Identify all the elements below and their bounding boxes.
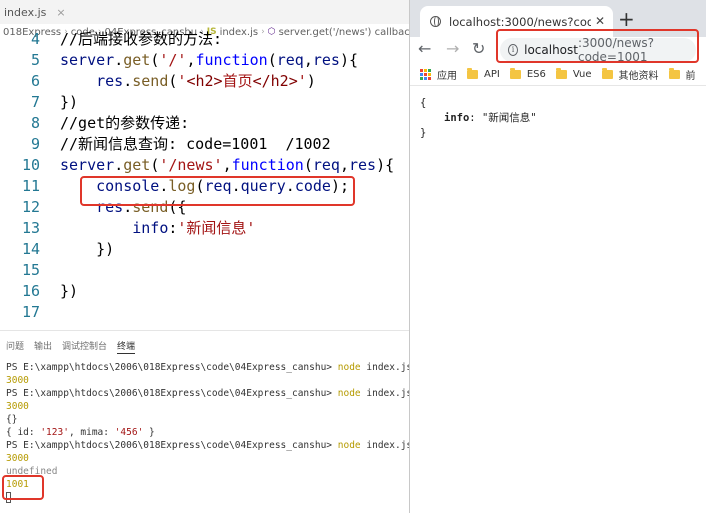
line-number: 14 bbox=[21, 240, 40, 258]
code-text: info:'新闻信息' bbox=[132, 219, 256, 237]
line-number: 12 bbox=[21, 198, 40, 216]
bookmark-label: ES6 bbox=[526, 68, 546, 80]
bookmark-folder[interactable]: 前 bbox=[668, 67, 696, 82]
vscode-window: index.js × 018Express › code › 04Express… bbox=[0, 0, 409, 513]
tab-debug-console[interactable]: 调试控制台 bbox=[62, 339, 107, 354]
bookmark-label: 其他资料 bbox=[618, 70, 659, 82]
terminal-line: PS E:\xampp\htdocs\2006\018Express\code\… bbox=[6, 440, 409, 451]
line-number: 6 bbox=[30, 72, 40, 90]
code-text: server.get('/news',function(req,res){ bbox=[60, 156, 395, 174]
code-text: }) bbox=[60, 93, 79, 111]
back-button[interactable]: ← bbox=[418, 40, 431, 58]
json-response: { info: "新闻信息" } bbox=[420, 96, 537, 141]
line-number: 10 bbox=[21, 156, 40, 174]
line-number: 7 bbox=[30, 93, 40, 111]
line-number: 4 bbox=[30, 30, 40, 48]
editor-tab[interactable]: index.js × bbox=[0, 0, 80, 24]
terminal-line bbox=[6, 491, 406, 504]
line-number: 11 bbox=[21, 177, 40, 195]
bookmark-label: API bbox=[484, 68, 500, 80]
code-line: 5 server.get('/',function(req,res){ bbox=[0, 50, 409, 71]
code-text: server.get('/',function(req,res){ bbox=[60, 51, 359, 69]
line-number: 15 bbox=[21, 261, 40, 279]
line-number: 16 bbox=[21, 282, 40, 300]
highlight-box-terminal-output bbox=[2, 475, 44, 500]
bookmark-folder[interactable]: ES6 bbox=[509, 67, 546, 80]
highlight-box-address-bar bbox=[496, 29, 699, 63]
tab-problems[interactable]: 问题 bbox=[6, 339, 24, 354]
globe-icon bbox=[430, 16, 441, 27]
terminal-line: {} bbox=[6, 414, 18, 425]
code-line: 16}) bbox=[0, 281, 409, 302]
code-line: 17 bbox=[0, 302, 409, 323]
browser-window: localhost:3000/news?code=1001 ✕ + ← → ↻ … bbox=[410, 0, 706, 513]
folder-icon bbox=[555, 67, 567, 79]
bookmark-label: 应用 bbox=[437, 70, 457, 82]
code-text: }) bbox=[60, 282, 79, 300]
terminal-line: undefined bbox=[6, 466, 58, 477]
bookmarks-bar: 应用 API ES6 Vue 其他资料 前 bbox=[410, 63, 706, 86]
code-text: //get的参数传递: bbox=[60, 114, 190, 132]
json-open-brace: { bbox=[420, 97, 427, 109]
close-icon[interactable]: ✕ bbox=[595, 14, 605, 28]
bookmark-label: Vue bbox=[572, 68, 592, 80]
code-line: 13 info:'新闻信息' bbox=[0, 218, 409, 239]
code-line: 10 server.get('/news',function(req,res){ bbox=[0, 155, 409, 176]
line-number: 9 bbox=[30, 135, 40, 153]
folder-icon bbox=[668, 67, 680, 79]
bookmark-folder[interactable]: Vue bbox=[555, 67, 592, 80]
apps-grid-icon bbox=[420, 68, 431, 80]
code-line: 14 }) bbox=[0, 239, 409, 260]
code-text: //后端接收参数的方法: bbox=[60, 30, 223, 48]
new-tab-button[interactable]: + bbox=[618, 9, 635, 29]
code-text: res.send('<h2>首页</h2>') bbox=[96, 72, 316, 90]
folder-icon bbox=[601, 67, 613, 79]
code-line: 8 //get的参数传递: bbox=[0, 113, 409, 134]
bookmark-folder[interactable]: API bbox=[467, 67, 500, 80]
bookmark-label: 前 bbox=[685, 70, 696, 82]
code-line: 9 //新闻信息查询: code=1001 /1002 bbox=[0, 134, 409, 155]
code-line: 15 bbox=[0, 260, 409, 281]
code-line: 7}) bbox=[0, 92, 409, 113]
terminal-line: PS E:\xampp\htdocs\2006\018Express\code\… bbox=[6, 362, 409, 373]
code-line: 6 res.send('<h2>首页</h2>') bbox=[0, 71, 409, 92]
line-number: 13 bbox=[21, 219, 40, 237]
panel-tabs: 问题 输出 调试控制台 终端 bbox=[6, 339, 136, 354]
close-icon[interactable]: × bbox=[56, 6, 65, 19]
code-line: 4 //后端接收参数的方法: bbox=[0, 29, 409, 50]
tab-terminal[interactable]: 终端 bbox=[117, 339, 136, 354]
line-number: 5 bbox=[30, 51, 40, 69]
terminal-line: 3000 bbox=[6, 375, 29, 386]
line-number: 17 bbox=[21, 303, 40, 321]
browser-tab-title: localhost:3000/news?code=1001 bbox=[449, 14, 591, 29]
json-close-brace: } bbox=[420, 127, 427, 139]
highlight-box-console-log bbox=[80, 176, 355, 206]
terminal-line: PS E:\xampp\htdocs\2006\018Express\code\… bbox=[6, 388, 409, 399]
bookmark-apps[interactable]: 应用 bbox=[420, 67, 457, 82]
terminal-line: 3000 bbox=[6, 453, 29, 464]
line-number: 8 bbox=[30, 114, 40, 132]
folder-icon bbox=[467, 67, 478, 79]
reload-button[interactable]: ↻ bbox=[472, 40, 485, 58]
terminal-line: 1001 bbox=[6, 479, 29, 490]
code-text: }) bbox=[60, 240, 115, 258]
terminal-output[interactable]: PS E:\xampp\htdocs\2006\018Express\code\… bbox=[6, 361, 409, 504]
json-value: "新闻信息" bbox=[481, 112, 537, 124]
terminal-line: { id: '123', mima: '456' } bbox=[6, 427, 155, 438]
editor-tab-strip: index.js × bbox=[0, 0, 409, 24]
folder-icon bbox=[509, 67, 521, 79]
bookmark-folder[interactable]: 其他资料 bbox=[601, 67, 659, 82]
tab-output[interactable]: 输出 bbox=[34, 339, 52, 354]
terminal-panel: 问题 输出 调试控制台 终端 PS E:\xampp\htdocs\2006\0… bbox=[0, 330, 409, 513]
json-key: info bbox=[444, 112, 470, 124]
forward-button[interactable]: → bbox=[446, 40, 459, 58]
code-text: //新闻信息查询: code=1001 /1002 bbox=[60, 135, 331, 153]
editor-tab-label: index.js bbox=[4, 5, 47, 19]
json-entry: info: "新闻信息" bbox=[444, 112, 537, 124]
terminal-line: 3000 bbox=[6, 401, 29, 412]
